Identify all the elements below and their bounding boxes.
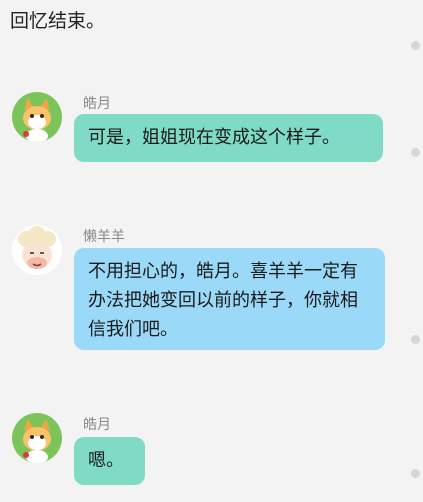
message-bubble[interactable]: 可是，姐姐现在变成这个样子。 [74,114,383,162]
sender-name: 懒羊羊 [83,229,125,245]
sender-name: 皓月 [83,417,111,433]
scroll-indicator-dot [411,469,420,478]
scroll-indicator-dot [411,41,420,50]
scroll-indicator-dot [411,148,420,157]
message-bubble[interactable]: 嗯。 [74,437,145,485]
scroll-indicator-dot [411,335,420,344]
message-bubble[interactable]: 不用担心的，皓月。喜羊羊一定有办法把她变回以前的样子，你就相信我们吧。 [74,248,385,350]
sender-name: 皓月 [83,96,111,112]
narration-text: 回忆结束。 [10,10,106,32]
cat-avatar-icon[interactable] [12,413,62,463]
sheep-avatar-icon[interactable] [12,225,62,275]
cat-avatar-icon[interactable] [12,92,62,142]
